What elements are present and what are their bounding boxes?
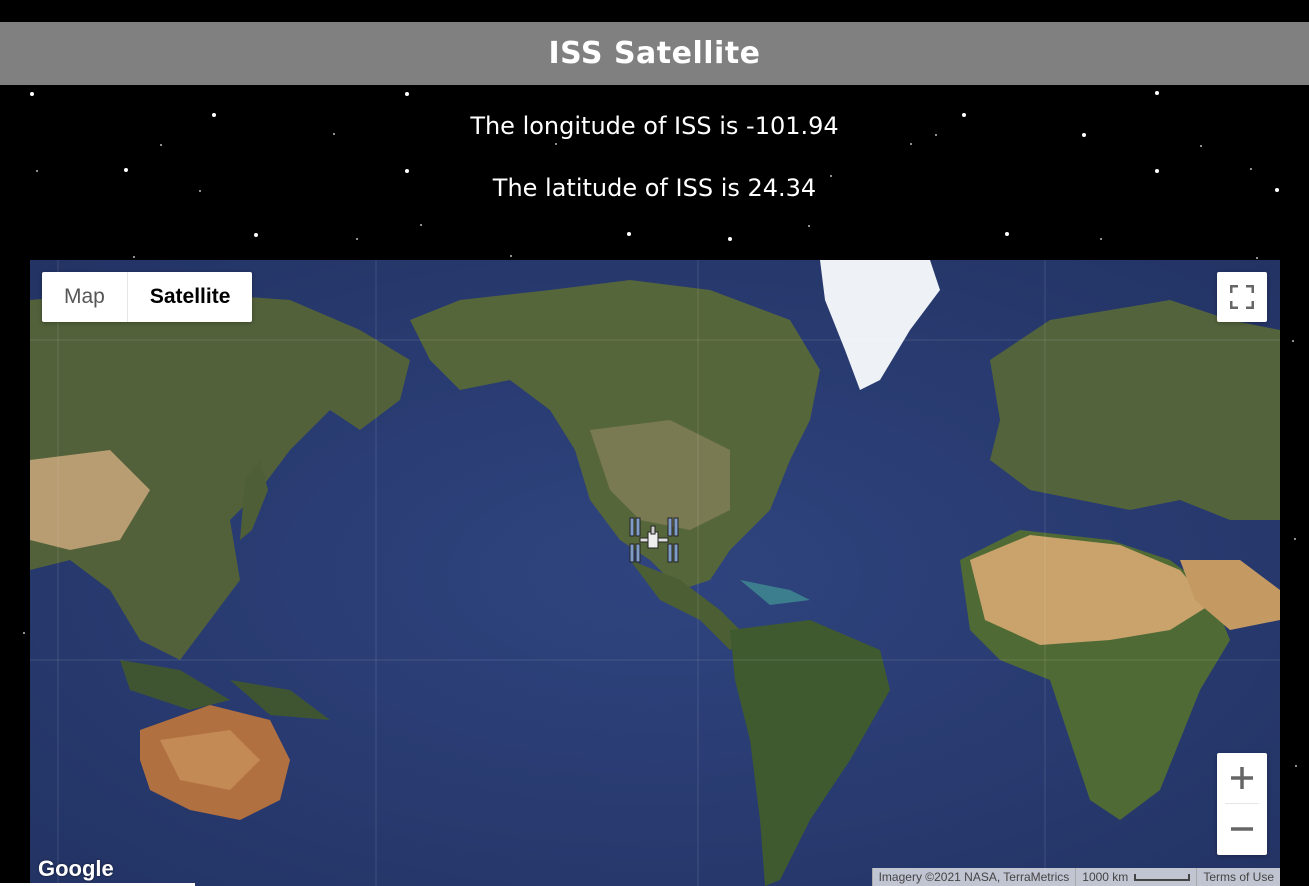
- satellite-map[interactable]: Map Satellite Google Imagery ©2021 NASA,…: [30, 260, 1280, 886]
- zoom-in-button[interactable]: [1217, 753, 1267, 803]
- fullscreen-icon: [1230, 285, 1254, 309]
- latitude-text: The latitude of ISS is 24.34: [492, 174, 817, 202]
- plus-icon: [1231, 767, 1253, 789]
- map-attribution: Imagery ©2021 NASA, TerraMetrics 1000 km…: [871, 868, 1280, 886]
- map-type-map-button[interactable]: Map: [42, 272, 127, 322]
- map-type-satellite-button[interactable]: Satellite: [126, 272, 253, 322]
- iss-satellite-icon: [629, 517, 679, 563]
- page-title: ISS Satellite: [548, 36, 761, 71]
- longitude-text: The longitude of ISS is -101.94: [470, 112, 839, 140]
- map-type-control: Map Satellite: [42, 272, 253, 322]
- map-terrain: [30, 260, 1280, 886]
- fullscreen-button[interactable]: [1217, 272, 1267, 322]
- scale-bar: [1134, 873, 1191, 881]
- map-scale[interactable]: 1000 km: [1075, 868, 1197, 886]
- terms-of-use-link[interactable]: Terms of Use: [1196, 868, 1280, 886]
- iss-marker[interactable]: [628, 516, 680, 570]
- scale-label: 1000 km: [1082, 870, 1129, 884]
- zoom-control: [1217, 753, 1267, 855]
- imagery-credit: Imagery ©2021 NASA, TerraMetrics: [871, 868, 1076, 886]
- header-bar: ISS Satellite: [0, 22, 1309, 85]
- google-logo: Google: [38, 856, 114, 881]
- minus-icon: [1231, 827, 1253, 831]
- zoom-out-button[interactable]: [1217, 804, 1267, 854]
